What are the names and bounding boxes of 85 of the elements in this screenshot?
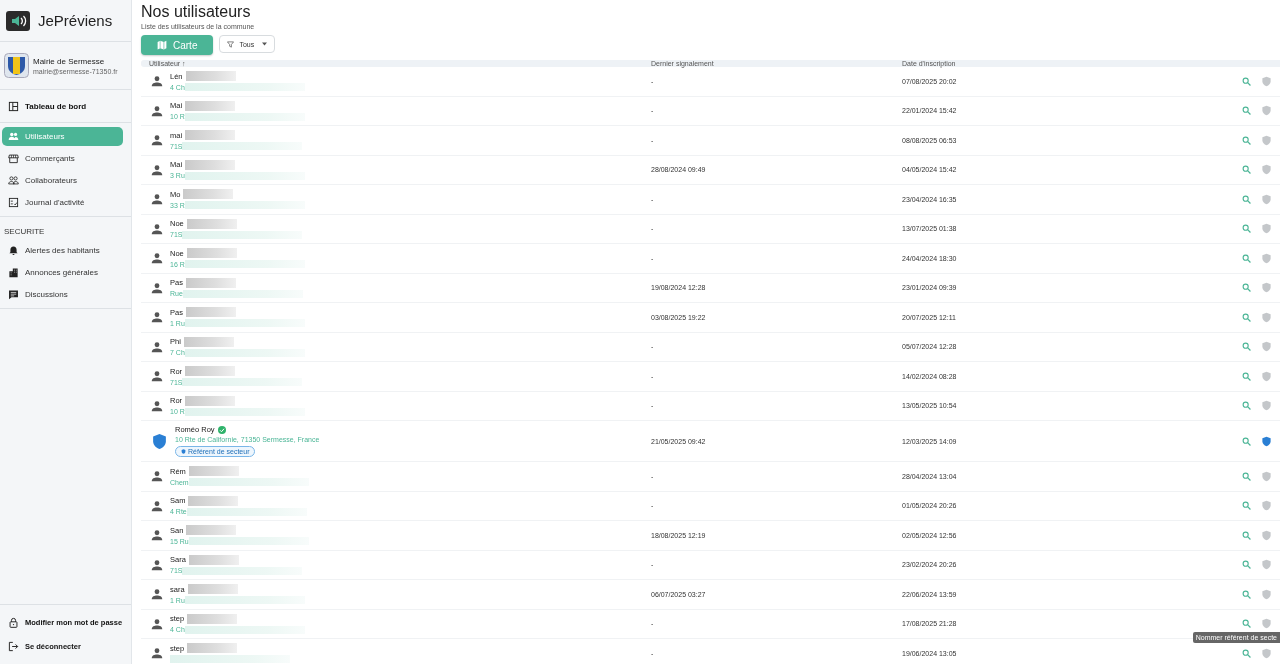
person-icon xyxy=(151,252,163,265)
person-icon xyxy=(151,399,163,412)
sidebar-item[interactable]: Collaborateurs xyxy=(2,171,123,190)
sidebar-item[interactable]: Annonces générales xyxy=(2,263,123,282)
shield-icon[interactable] xyxy=(1261,164,1272,176)
users-icon xyxy=(8,131,19,142)
building-icon xyxy=(8,267,19,278)
search-icon[interactable] xyxy=(1242,560,1251,570)
caret-icon xyxy=(262,42,268,46)
filter-icon xyxy=(227,40,235,48)
sidebar-item[interactable]: Commerçants xyxy=(2,149,123,168)
search-icon[interactable] xyxy=(1242,342,1251,352)
person-icon xyxy=(151,340,163,353)
page-title: Nos utilisateurs xyxy=(141,3,252,21)
person-icon xyxy=(151,617,163,630)
search-icon[interactable] xyxy=(1242,76,1251,86)
shield-icon[interactable] xyxy=(1261,588,1272,600)
person-icon xyxy=(151,104,163,117)
lock-icon xyxy=(8,617,19,628)
shield-icon[interactable] xyxy=(1261,370,1272,382)
search-icon[interactable] xyxy=(1242,501,1251,511)
shield-icon[interactable] xyxy=(1261,470,1272,482)
shield-icon[interactable] xyxy=(1261,341,1272,353)
shield-icon[interactable] xyxy=(1261,500,1272,512)
shield-icon[interactable] xyxy=(1261,105,1272,117)
person-icon xyxy=(151,370,163,383)
sidebar-item[interactable]: Alertes des habitants xyxy=(2,241,123,260)
search-icon[interactable] xyxy=(1242,401,1251,411)
people-icon xyxy=(8,175,19,186)
search-icon[interactable] xyxy=(1242,589,1251,599)
search-icon[interactable] xyxy=(1242,371,1251,381)
search-icon[interactable] xyxy=(1242,619,1251,629)
person-icon xyxy=(151,134,163,147)
app-name: JePréviens xyxy=(38,12,113,29)
search-icon[interactable] xyxy=(1242,165,1251,175)
person-icon xyxy=(151,75,163,88)
person-icon xyxy=(151,588,163,601)
shield-icon[interactable] xyxy=(1261,618,1272,630)
search-icon[interactable] xyxy=(1242,530,1251,540)
shield-icon[interactable] xyxy=(1261,252,1272,264)
search-icon[interactable] xyxy=(1242,135,1251,145)
person-icon xyxy=(151,311,163,324)
person-icon xyxy=(151,281,163,294)
bell-icon xyxy=(8,245,19,256)
logout-icon xyxy=(8,641,19,652)
shield-icon[interactable] xyxy=(1261,75,1272,87)
shield-icon[interactable] xyxy=(1261,193,1272,205)
sidebar-item[interactable]: Journal d'activité xyxy=(2,193,123,212)
organization-name: Mairie de Sermesse xyxy=(33,56,106,66)
shield-icon[interactable] xyxy=(1261,559,1272,571)
map-icon xyxy=(157,40,167,50)
shield-icon[interactable] xyxy=(1261,435,1272,447)
person-icon xyxy=(151,499,163,512)
search-icon[interactable] xyxy=(1242,106,1251,116)
shield-icon[interactable] xyxy=(1261,223,1272,235)
shield-icon[interactable] xyxy=(1261,647,1272,659)
crest-icon xyxy=(4,53,29,78)
search-icon[interactable] xyxy=(1242,194,1251,204)
person-icon xyxy=(151,558,163,571)
sidebar-item[interactable]: Discussions xyxy=(2,285,123,304)
search-icon[interactable] xyxy=(1242,471,1251,481)
person-icon xyxy=(151,163,163,176)
search-icon[interactable] xyxy=(1242,253,1251,263)
shield-icon[interactable] xyxy=(1261,282,1272,294)
search-icon[interactable] xyxy=(1242,436,1251,446)
layout-icon xyxy=(8,100,19,112)
sidebar-item[interactable]: Tableau de bord xyxy=(2,94,123,118)
person-icon xyxy=(151,222,163,235)
search-icon[interactable] xyxy=(1242,312,1251,322)
shop-icon xyxy=(8,153,19,164)
search-icon[interactable] xyxy=(1242,648,1251,658)
search-icon[interactable] xyxy=(1242,283,1251,293)
shield-icon[interactable] xyxy=(1261,311,1272,323)
person-icon xyxy=(151,470,163,483)
person-icon xyxy=(151,193,163,206)
search-icon[interactable] xyxy=(1242,224,1251,234)
section-heading: SECURITE xyxy=(3,226,46,238)
checklist-icon xyxy=(8,197,19,208)
shield-icon[interactable] xyxy=(1261,400,1272,412)
person-icon xyxy=(151,647,163,660)
shield-icon[interactable] xyxy=(1261,529,1272,541)
chat-icon xyxy=(8,289,19,300)
shield-icon[interactable] xyxy=(1261,134,1272,146)
person-icon xyxy=(151,529,163,542)
speaker-logo-icon xyxy=(6,10,30,31)
